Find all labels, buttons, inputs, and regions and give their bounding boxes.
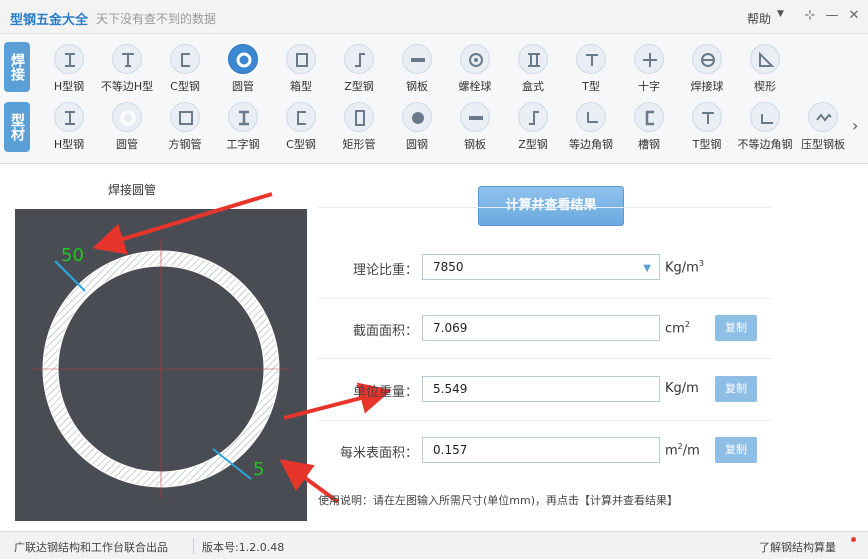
chevron-down-icon[interactable]: ▼ xyxy=(643,257,651,281)
divider xyxy=(318,358,772,359)
surface-field[interactable]: 0.157 xyxy=(422,437,660,463)
copy-weight-button[interactable]: 复制 xyxy=(715,376,757,402)
weight-unit: Kg/m xyxy=(665,381,699,396)
divider xyxy=(318,207,772,208)
calculate-button[interactable]: 计算并查看结果 xyxy=(478,186,624,226)
publisher-text: 广联达钢结构和工作台联合出品 xyxy=(14,541,168,554)
density-select[interactable]: 7850 ▼ xyxy=(422,254,660,280)
density-value: 7850 xyxy=(433,260,464,274)
weight-label: 单位重量： xyxy=(352,385,418,400)
area-unit: cm2 xyxy=(665,320,690,337)
divider xyxy=(318,298,772,299)
area-field[interactable]: 7.069 xyxy=(422,315,660,341)
density-unit: Kg/m3 xyxy=(665,259,704,276)
surface-label: 每米表面积： xyxy=(339,446,418,461)
weight-field[interactable]: 5.549 xyxy=(422,376,660,402)
divider xyxy=(193,538,194,554)
divider xyxy=(318,420,772,421)
learn-more-link[interactable]: 了解钢结构算量 xyxy=(759,539,836,555)
area-label: 截面面积： xyxy=(352,324,418,339)
density-label: 理论比重： xyxy=(352,263,418,278)
copy-surface-button[interactable]: 复制 xyxy=(715,437,757,463)
usage-note: 使用说明：请在左图输入所需尺寸(单位mm)，再点击【计算并查看结果】 xyxy=(318,494,679,507)
version-text: 版本号:1.2.0.48 xyxy=(202,541,285,554)
annotation-arrow-diameter xyxy=(92,192,273,255)
notification-dot xyxy=(851,537,856,542)
surface-unit: m2/m xyxy=(665,442,700,459)
copy-area-button[interactable]: 复制 xyxy=(715,315,757,341)
status-bar: 广联达钢结构和工作台联合出品 版本号:1.2.0.48 了解钢结构算量 xyxy=(0,531,868,559)
